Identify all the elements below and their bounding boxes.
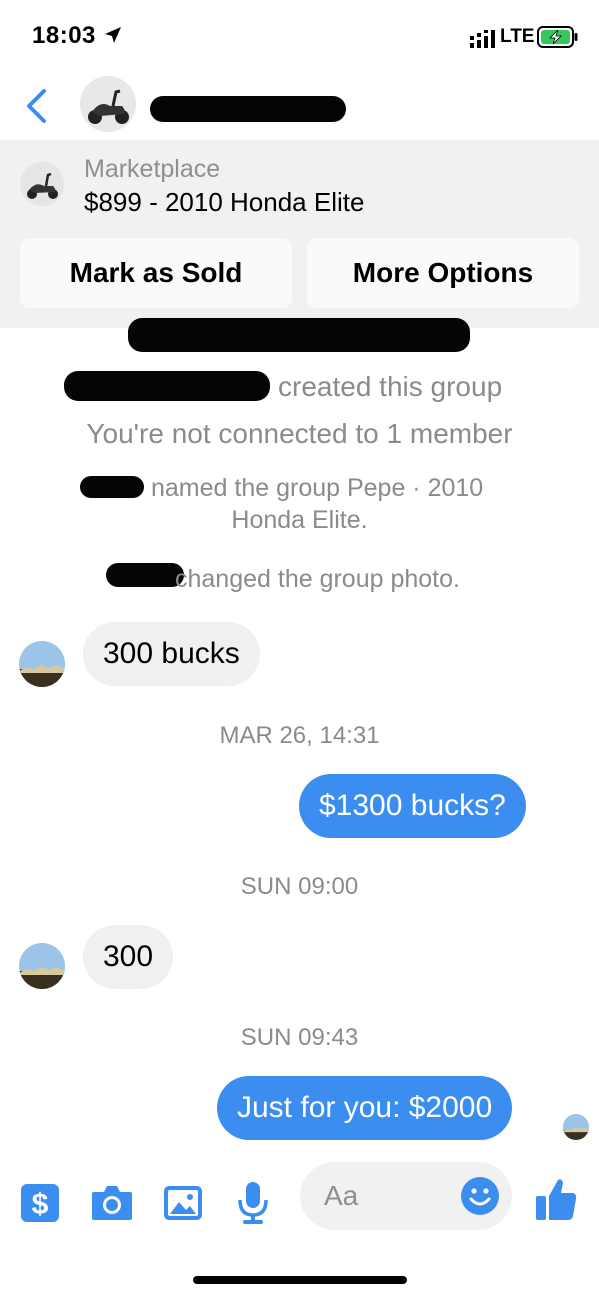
message-input[interactable] <box>300 1162 512 1230</box>
message-bubble-outgoing[interactable]: $1300 bucks? <box>299 774 526 838</box>
image-icon[interactable] <box>162 1182 204 1224</box>
redacted-name <box>106 563 184 587</box>
message-field[interactable] <box>324 1176 464 1216</box>
system-photo-changed: changed the group photo. <box>175 565 460 593</box>
mark-as-sold-button[interactable]: Mark as Sold <box>20 238 292 308</box>
more-options-button[interactable]: More Options <box>307 238 579 308</box>
sender-avatar[interactable] <box>19 641 65 687</box>
system-not-connected: You're not connected to 1 member <box>86 418 513 449</box>
camera-icon[interactable] <box>90 1182 134 1224</box>
message-bubble-incoming[interactable]: 300 <box>83 925 174 989</box>
redacted-name <box>80 476 144 498</box>
composer-bar: $ <box>0 1158 599 1238</box>
system-created-group: created this group <box>278 371 503 402</box>
system-named-group-line1: named the group Pepe · 2010 <box>151 474 484 502</box>
svg-text:$: $ <box>32 1188 49 1221</box>
status-time: 18:03 <box>32 22 96 49</box>
status-bar: 18:03 LTE <box>0 0 599 80</box>
message-timestamp: MAR 26, 14:31 <box>219 722 380 749</box>
marketplace-banner: Marketplace $899 - 2010 Honda Elite Mark… <box>0 140 599 328</box>
redacted-creator-name <box>64 371 270 401</box>
emoji-icon[interactable] <box>460 1176 500 1216</box>
message-timestamp: SUN 09:43 <box>240 1024 359 1051</box>
dollar-icon[interactable]: $ <box>19 1182 61 1224</box>
conversation-header <box>0 70 599 140</box>
network-type: LTE <box>500 26 535 47</box>
marketplace-label: Marketplace <box>84 155 221 183</box>
group-avatar[interactable] <box>80 76 136 132</box>
location-arrow-icon <box>105 27 121 43</box>
redacted-text <box>128 318 470 352</box>
message-timestamp: SUN 09:00 <box>240 873 359 900</box>
read-receipt-avatar <box>563 1114 589 1140</box>
listing-thumbnail <box>20 162 64 206</box>
battery-charging-icon <box>537 26 578 48</box>
message-bubble-outgoing[interactable]: Just for you: $2000 <box>217 1076 513 1140</box>
signal-icon <box>470 30 495 48</box>
home-indicator <box>193 1276 407 1284</box>
message-bubble-incoming[interactable]: 300 bucks <box>83 622 260 686</box>
system-named-group-line2: Honda Elite. <box>231 506 368 534</box>
back-chevron-icon[interactable] <box>24 88 50 124</box>
listing-title[interactable]: $899 - 2010 Honda Elite <box>84 187 364 218</box>
scooter-photo <box>80 76 136 132</box>
sender-avatar[interactable] <box>19 943 65 989</box>
microphone-icon[interactable] <box>235 1180 271 1226</box>
thumbs-up-icon[interactable] <box>534 1176 578 1222</box>
redacted-group-name <box>150 96 346 122</box>
